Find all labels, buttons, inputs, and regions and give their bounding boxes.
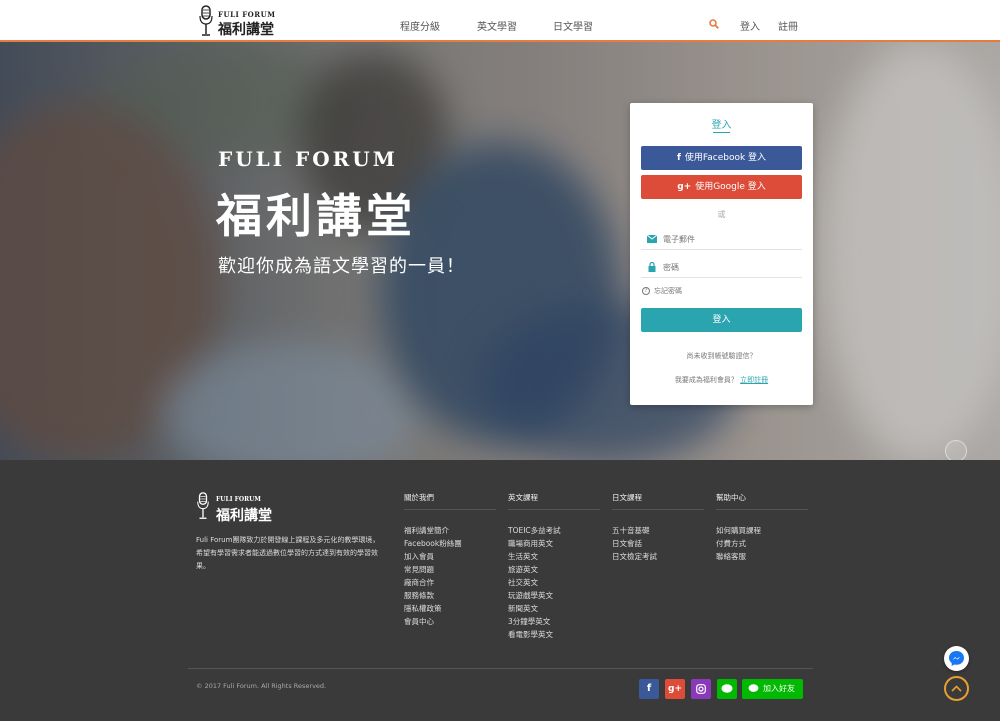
- footer-link[interactable]: 社交英文: [508, 576, 600, 589]
- join-prompt: 我要成為福利會員？: [674, 376, 738, 384]
- login-submit-button[interactable]: 登入: [641, 308, 802, 332]
- line-social-button[interactable]: [717, 679, 737, 699]
- footer-column-japanese: 日文課程 五十音基礎 日文會話 日文檢定考試: [612, 492, 704, 563]
- password-field: [641, 256, 802, 278]
- facebook-login-label: 使用Facebook 登入: [684, 153, 767, 163]
- facebook-social-button[interactable]: f: [639, 679, 659, 699]
- messenger-icon: [949, 651, 964, 666]
- login-title-underline: [713, 132, 730, 133]
- footer-link[interactable]: 職場商用英文: [508, 537, 600, 550]
- footer-link[interactable]: 付費方式: [716, 537, 808, 550]
- footer-logo-zh: 福利講堂: [216, 508, 272, 524]
- line-icon: [721, 684, 733, 693]
- footer-link[interactable]: TOEIC多益考試: [508, 524, 600, 537]
- facebook-icon: f: [646, 683, 652, 694]
- line-add-friend-button[interactable]: 加入好友: [742, 679, 803, 699]
- footer-link[interactable]: 新聞英文: [508, 602, 600, 615]
- footer-link[interactable]: 隱私權政策: [404, 602, 496, 615]
- footer-column-help: 幫助中心 如何購買課程 付費方式 聯絡客服: [716, 492, 808, 563]
- email-input[interactable]: [663, 231, 798, 247]
- footer-link[interactable]: 如何購買課程: [716, 524, 808, 537]
- footer-link[interactable]: 日文會話: [612, 537, 704, 550]
- hero-subtitle: 歡迎你成為語文學習的一員！: [218, 256, 465, 277]
- footer-link[interactable]: 聯絡客服: [716, 550, 808, 563]
- hero-title-zh: 福利講堂: [216, 189, 416, 243]
- footer-link[interactable]: 看電影學英文: [508, 628, 600, 641]
- header-login-link[interactable]: 登入: [740, 18, 760, 33]
- nav-level[interactable]: 程度分級: [400, 18, 440, 33]
- hero-banner: [0, 42, 1000, 460]
- footer-column-title: 日文課程: [612, 492, 704, 510]
- lock-icon: [648, 262, 656, 272]
- footer-column-english: 英文課程 TOEIC多益考試 職場商用英文 生活英文 旅遊英文 社交英文 玩遊戲…: [508, 492, 600, 641]
- site-header: FULI FORUM 福利講堂 程度分級 英文學習 日文學習 登入 註冊: [0, 0, 1000, 42]
- footer-link[interactable]: 常見問題: [404, 563, 496, 576]
- logo-zh-text: 福利講堂: [218, 22, 274, 38]
- nav-english[interactable]: 英文學習: [477, 18, 517, 33]
- hero-overlay: [0, 42, 1000, 460]
- footer-link[interactable]: 加入會員: [404, 550, 496, 563]
- email-field: [641, 228, 802, 250]
- line-icon: [748, 684, 759, 692]
- footer-link[interactable]: 旅遊英文: [508, 563, 600, 576]
- chevron-up-icon: [951, 685, 962, 692]
- footer-column-title: 幫助中心: [716, 492, 808, 510]
- microphone-icon: [199, 5, 213, 36]
- google-plus-social-button[interactable]: g+: [665, 679, 685, 699]
- google-login-label: 使用Google 登入: [695, 182, 766, 192]
- google-plus-icon: g+: [677, 182, 692, 192]
- google-plus-icon: g+: [668, 684, 682, 694]
- footer-link[interactable]: 福利講堂簡介: [404, 524, 496, 537]
- footer-link[interactable]: 會員中心: [404, 615, 496, 628]
- side-messenger-button[interactable]: [945, 440, 967, 462]
- footer-link[interactable]: 廠商合作: [404, 576, 496, 589]
- login-card-title: 登入: [711, 120, 732, 131]
- forgot-password-label: 忘記密碼: [654, 287, 682, 295]
- copyright-text: © 2017 Fuli Forum. All Rights Reserved.: [196, 682, 327, 690]
- footer-logo[interactable]: FULI FORUM 福利講堂: [196, 490, 280, 524]
- search-icon[interactable]: [709, 19, 719, 29]
- footer-column-title: 英文課程: [508, 492, 600, 510]
- join-member-text: 我要成為福利會員？ 立即註冊: [630, 375, 813, 385]
- footer-link[interactable]: 玩遊戲學英文: [508, 589, 600, 602]
- forgot-password-link[interactable]: ? 忘記密碼: [642, 286, 682, 296]
- nav-japanese[interactable]: 日文學習: [553, 18, 593, 33]
- footer-link[interactable]: 服務條款: [404, 589, 496, 602]
- instagram-icon: [696, 684, 706, 694]
- messenger-float-button[interactable]: [944, 646, 969, 671]
- footer-link[interactable]: 日文檢定考試: [612, 550, 704, 563]
- footer-link[interactable]: Facebook粉絲團: [404, 537, 496, 550]
- facebook-login-button[interactable]: f 使用Facebook 登入: [641, 146, 802, 170]
- site-logo[interactable]: FULI FORUM 福利講堂: [198, 5, 280, 38]
- resend-verification-link[interactable]: 尚未收到帳號驗證信？: [630, 351, 813, 361]
- google-login-button[interactable]: g+ 使用Google 登入: [641, 175, 802, 199]
- footer-link[interactable]: 五十音基礎: [612, 524, 704, 537]
- login-card: 登入 f使用Facebook 登入 g+使用Google 登入 或 ?忘記密碼 …: [630, 103, 813, 405]
- question-icon: ?: [642, 287, 650, 295]
- footer-column-about: 關於我們 福利講堂簡介 Facebook粉絲團 加入會員 常見問題 廠商合作 服…: [404, 492, 496, 628]
- site-footer: [0, 460, 1000, 721]
- logo-en-text: FULI FORUM: [218, 10, 276, 19]
- footer-link[interactable]: 3分鐘學英文: [508, 615, 600, 628]
- footer-logo-en: FULI FORUM: [216, 496, 261, 503]
- footer-divider: [188, 668, 813, 669]
- register-now-link[interactable]: 立即註冊: [740, 376, 768, 384]
- back-to-top-button[interactable]: [944, 676, 969, 701]
- footer-link[interactable]: 生活英文: [508, 550, 600, 563]
- line-add-friend-label: 加入好友: [763, 684, 795, 693]
- microphone-icon: [197, 492, 209, 519]
- or-divider: 或: [717, 210, 726, 219]
- hero-title-en: FULI FORUM: [218, 147, 398, 171]
- envelope-icon: [647, 235, 657, 243]
- footer-description: Fuli Forum團隊致力於開發線上課程及多元化的教學環境，希望有學習需求者能…: [196, 536, 380, 570]
- header-register-link[interactable]: 註冊: [778, 18, 798, 33]
- instagram-social-button[interactable]: [691, 679, 711, 699]
- facebook-icon: f: [676, 153, 681, 163]
- footer-column-title: 關於我們: [404, 492, 496, 510]
- password-input[interactable]: [663, 259, 798, 275]
